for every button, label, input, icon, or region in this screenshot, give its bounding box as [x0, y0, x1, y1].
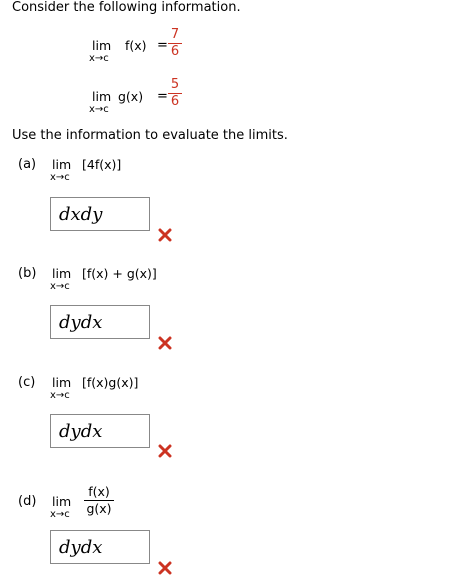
x-mark-icon: [158, 561, 172, 575]
x-mark-icon: [158, 228, 172, 242]
lim-word: lim: [52, 157, 72, 172]
part-label: (b): [18, 266, 37, 281]
limit-expression: [f(x) + g(x)]: [82, 266, 157, 281]
lim-word: lim: [92, 38, 112, 53]
fraction-denominator: 6: [170, 44, 180, 59]
lim-word: lim: [52, 375, 72, 390]
lim-word: lim: [92, 89, 112, 104]
fraction-numerator: 5: [170, 77, 180, 92]
lim-subscript: x→c: [50, 172, 70, 183]
answer-input[interactable]: dxdy: [50, 197, 150, 231]
equals-sign: =: [157, 38, 168, 53]
lim-word: lim: [52, 266, 72, 281]
x-mark-icon: [158, 336, 172, 350]
limit-expression: [4f(x)]: [82, 157, 122, 172]
part-label: (a): [18, 157, 37, 172]
part-label: (c): [18, 375, 36, 390]
limit-fraction: f(x) g(x): [84, 485, 114, 516]
lim-subscript: x→c: [50, 281, 70, 292]
answer-input[interactable]: dydx: [50, 530, 150, 564]
lim-word: lim: [52, 494, 72, 509]
given-func: g(x): [118, 89, 144, 104]
given-fraction: 5 6: [168, 78, 182, 109]
intro-text: Consider the following information.: [12, 0, 241, 15]
lim-subscript: x→c: [89, 104, 109, 115]
x-mark-icon: [158, 444, 172, 458]
fraction-numerator: f(x): [88, 484, 110, 499]
part-label: (d): [18, 494, 37, 509]
answer-input[interactable]: dydx: [50, 414, 150, 448]
lim-subscript: x→c: [89, 53, 109, 64]
given-func: f(x): [125, 38, 147, 53]
given-fraction: 7 6: [168, 28, 182, 59]
answer-input[interactable]: dydx: [50, 305, 150, 339]
fraction-denominator: g(x): [86, 501, 112, 516]
lim-subscript: x→c: [50, 390, 70, 401]
instruction-text: Use the information to evaluate the limi…: [12, 128, 288, 143]
fraction-numerator: 7: [170, 27, 180, 42]
equals-sign: =: [157, 89, 168, 104]
lim-subscript: x→c: [50, 509, 70, 520]
limit-expression: [f(x)g(x)]: [82, 375, 139, 390]
fraction-denominator: 6: [170, 94, 180, 109]
